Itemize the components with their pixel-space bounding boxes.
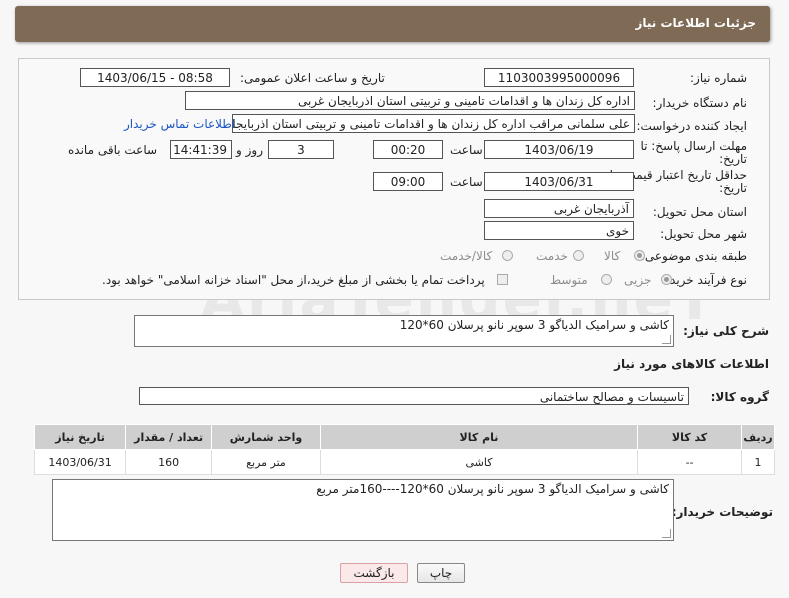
buyer-notes-text: کاشی و سرامیک الدیاگو 3 سوپر نانو پرسلان… <box>316 482 669 496</box>
back-button[interactable]: بازگشت <box>340 563 408 583</box>
province-field[interactable]: آذربایجان غربی <box>484 199 634 218</box>
goods-info-title: اطلاعات کالاهای مورد نیاز <box>614 357 769 371</box>
validity-time-label: ساعت <box>450 175 483 189</box>
table-row[interactable]: 1 -- کاشی متر مربع 160 1403/06/31 <box>33 449 775 475</box>
creator-label: ایجاد کننده درخواست: <box>636 119 747 133</box>
summary-label: شرح کلی نیاز: <box>683 324 769 338</box>
remaining-label: ساعت باقی مانده <box>68 143 158 157</box>
process-option-medium: متوسط <box>550 273 588 287</box>
buyer-org-field[interactable]: اداره کل زندان ها و اقدامات تامینی و ترب… <box>185 91 635 110</box>
cell-row: 1 <box>741 449 775 475</box>
process-radio-medium[interactable] <box>601 274 612 285</box>
cell-quantity: 160 <box>125 449 213 475</box>
deadline-time-label: ساعت <box>450 143 483 157</box>
validity-time-field[interactable]: 09:00 <box>373 172 443 191</box>
goods-group-label: گروه کالا: <box>710 390 769 404</box>
buyer-org-label: نام دستگاه خریدار: <box>652 96 748 110</box>
treasury-payment-checkbox[interactable] <box>497 274 508 285</box>
deadline-date-field[interactable]: 1403/06/19 <box>484 140 634 159</box>
cell-name: کاشی <box>319 449 639 475</box>
cell-code: -- <box>637 449 743 475</box>
deadline-label-date: تاریخ: <box>719 152 747 166</box>
validity-date-field[interactable]: 1403/06/31 <box>484 172 634 191</box>
page-header: جزئیات اطلاعات نیاز <box>15 6 770 42</box>
resize-handle[interactable] <box>662 335 671 344</box>
category-option-goods-service: کالا/خدمت <box>440 249 493 263</box>
goods-table: ردیف کد کالا نام کالا واحد شمارش تعداد /… <box>33 424 775 475</box>
city-field[interactable]: خوی <box>484 221 634 240</box>
city-label: شهر محل تحویل: <box>660 227 747 241</box>
summary-text: کاشی و سرامیک الدیاگو 3 سوپر نانو پرسلان… <box>399 318 669 332</box>
buyer-contact-link[interactable]: اطلاعات تماس خریدار <box>124 117 235 131</box>
days-remaining-field[interactable]: 3 <box>268 140 334 159</box>
summary-textarea[interactable]: کاشی و سرامیک الدیاگو 3 سوپر نانو پرسلان… <box>134 315 674 347</box>
deadline-label: مهلت ارسال پاسخ: تا <box>640 139 747 153</box>
treasury-payment-note: پرداخت تمام یا بخشی از مبلغ خرید،از محل … <box>102 273 485 287</box>
col-row: ردیف <box>741 424 775 450</box>
col-unit: واحد شمارش <box>211 424 321 450</box>
category-radio-goods[interactable] <box>634 250 645 261</box>
buyer-notes-textarea[interactable]: کاشی و سرامیک الدیاگو 3 سوپر نانو پرسلان… <box>52 479 674 541</box>
need-number-label: شماره نیاز: <box>690 71 747 85</box>
buyer-notes-label: توضیحات خریدار: <box>671 505 773 519</box>
resize-handle[interactable] <box>662 529 671 538</box>
deadline-time-field[interactable]: 00:20 <box>373 140 443 159</box>
cell-date: 1403/06/31 <box>33 449 127 475</box>
col-date: تاریخ نیاز <box>33 424 127 450</box>
cell-unit: متر مربع <box>211 449 321 475</box>
category-radio-service[interactable] <box>573 250 584 261</box>
col-code: کد کالا <box>637 424 743 450</box>
need-number-field[interactable]: 1103003995000096 <box>484 68 634 87</box>
announce-date-field[interactable]: 1403/06/15 - 08:58 <box>80 68 230 87</box>
announce-date-label: تاریخ و ساعت اعلان عمومی: <box>240 71 385 85</box>
category-label: طبقه بندی موضوعی: <box>640 249 747 263</box>
days-label: روز و <box>236 143 263 157</box>
goods-table-header: ردیف کد کالا نام کالا واحد شمارش تعداد /… <box>33 424 775 450</box>
col-quantity: تعداد / مقدار <box>125 424 213 450</box>
category-option-service: خدمت <box>536 249 568 263</box>
process-radio-minor[interactable] <box>661 274 672 285</box>
remaining-time-field[interactable]: 14:41:39 <box>170 140 232 159</box>
process-option-minor: جزیی <box>624 273 652 287</box>
creator-field[interactable]: علی سلمانی مراقب اداره کل زندان ها و اقد… <box>232 114 635 133</box>
category-option-goods: کالا <box>604 249 621 263</box>
process-type-label: نوع فرآیند خرید : <box>662 273 747 287</box>
col-name: نام کالا <box>319 424 639 450</box>
goods-group-field[interactable]: تاسیسات و مصالح ساختمانی <box>139 387 689 405</box>
print-button[interactable]: چاپ <box>417 563 465 583</box>
category-radio-goods-service[interactable] <box>502 250 513 261</box>
province-label: استان محل تحویل: <box>652 205 747 219</box>
page-title: جزئیات اطلاعات نیاز <box>635 16 756 30</box>
validity-label-date: تاریخ: <box>719 181 747 195</box>
